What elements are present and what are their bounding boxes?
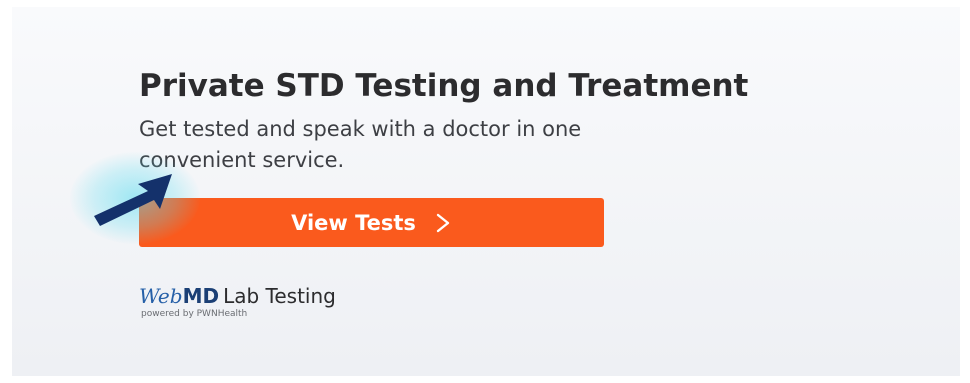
logo-product-text: Lab Testing <box>223 284 336 308</box>
logo-web-text: Web <box>139 284 183 308</box>
webmd-lab-testing-logo[interactable]: WebMD Lab Testing <box>139 284 336 308</box>
view-tests-button[interactable]: View Tests <box>139 198 604 247</box>
ad-headline: Private STD Testing and Treatment <box>139 68 749 104</box>
logo-md-text: MD <box>182 284 220 308</box>
view-tests-label: View Tests <box>291 210 416 235</box>
ad-subtext: Get tested and speak with a doctor in on… <box>139 117 582 172</box>
screenshot-frame: Private STD Testing and Treatment Get te… <box>0 0 970 383</box>
powered-by-text: powered by PWNHealth <box>141 309 248 319</box>
chevron-right-icon <box>436 213 450 232</box>
ad-card <box>12 7 960 376</box>
